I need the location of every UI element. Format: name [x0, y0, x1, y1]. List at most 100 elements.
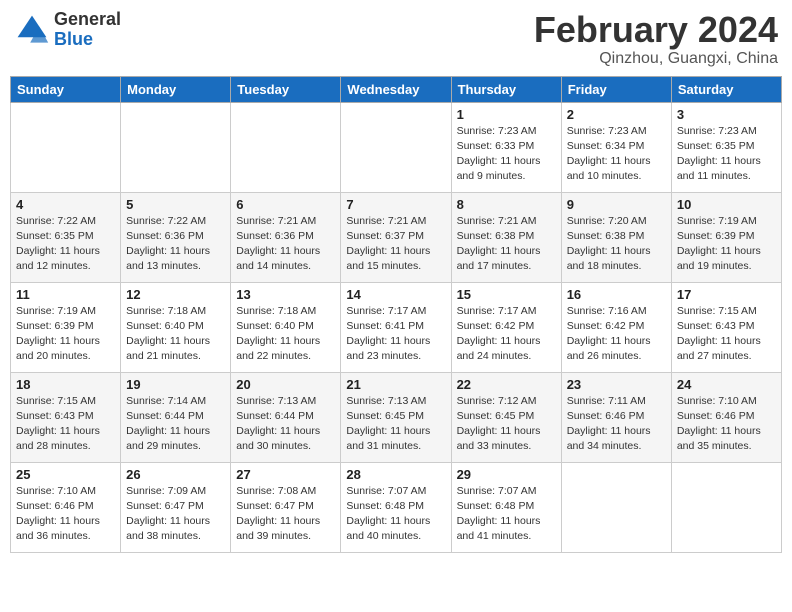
day-number: 15: [457, 287, 556, 302]
day-number: 22: [457, 377, 556, 392]
day-info: Sunrise: 7:21 AM Sunset: 6:36 PM Dayligh…: [236, 214, 335, 275]
day-info: Sunrise: 7:10 AM Sunset: 6:46 PM Dayligh…: [677, 394, 776, 455]
day-info: Sunrise: 7:13 AM Sunset: 6:45 PM Dayligh…: [346, 394, 445, 455]
calendar-cell: 23 Sunrise: 7:11 AM Sunset: 6:46 PM Dayli…: [561, 372, 671, 462]
calendar-cell: 15 Sunrise: 7:17 AM Sunset: 6:42 PM Dayli…: [451, 282, 561, 372]
day-number: 21: [346, 377, 445, 392]
day-number: 9: [567, 197, 666, 212]
day-number: 23: [567, 377, 666, 392]
header-thursday: Thursday: [451, 76, 561, 102]
day-info: Sunrise: 7:08 AM Sunset: 6:47 PM Dayligh…: [236, 484, 335, 545]
day-info: Sunrise: 7:12 AM Sunset: 6:45 PM Dayligh…: [457, 394, 556, 455]
calendar-cell: 4 Sunrise: 7:22 AM Sunset: 6:35 PM Daylig…: [11, 192, 121, 282]
calendar-week-row: 11 Sunrise: 7:19 AM Sunset: 6:39 PM Dayli…: [11, 282, 782, 372]
calendar-cell: 26 Sunrise: 7:09 AM Sunset: 6:47 PM Dayli…: [121, 462, 231, 552]
calendar-week-row: 1 Sunrise: 7:23 AM Sunset: 6:33 PM Daylig…: [11, 102, 782, 192]
calendar-cell: 22 Sunrise: 7:12 AM Sunset: 6:45 PM Dayli…: [451, 372, 561, 462]
header-wednesday: Wednesday: [341, 76, 451, 102]
calendar-header-row: SundayMondayTuesdayWednesdayThursdayFrid…: [11, 76, 782, 102]
calendar-cell: 25 Sunrise: 7:10 AM Sunset: 6:46 PM Dayli…: [11, 462, 121, 552]
day-number: 3: [677, 107, 776, 122]
calendar-cell: 27 Sunrise: 7:08 AM Sunset: 6:47 PM Dayli…: [231, 462, 341, 552]
day-info: Sunrise: 7:22 AM Sunset: 6:36 PM Dayligh…: [126, 214, 225, 275]
header-sunday: Sunday: [11, 76, 121, 102]
day-info: Sunrise: 7:20 AM Sunset: 6:38 PM Dayligh…: [567, 214, 666, 275]
day-number: 25: [16, 467, 115, 482]
calendar-cell: 8 Sunrise: 7:21 AM Sunset: 6:38 PM Daylig…: [451, 192, 561, 282]
calendar-cell: 28 Sunrise: 7:07 AM Sunset: 6:48 PM Dayli…: [341, 462, 451, 552]
calendar-week-row: 25 Sunrise: 7:10 AM Sunset: 6:46 PM Dayli…: [11, 462, 782, 552]
calendar-cell: 17 Sunrise: 7:15 AM Sunset: 6:43 PM Dayli…: [671, 282, 781, 372]
day-number: 16: [567, 287, 666, 302]
day-number: 1: [457, 107, 556, 122]
calendar-table: SundayMondayTuesdayWednesdayThursdayFrid…: [10, 76, 782, 553]
day-info: Sunrise: 7:09 AM Sunset: 6:47 PM Dayligh…: [126, 484, 225, 545]
day-info: Sunrise: 7:17 AM Sunset: 6:42 PM Dayligh…: [457, 304, 556, 365]
calendar-cell: 10 Sunrise: 7:19 AM Sunset: 6:39 PM Dayli…: [671, 192, 781, 282]
calendar-cell: [231, 102, 341, 192]
day-number: 14: [346, 287, 445, 302]
day-info: Sunrise: 7:23 AM Sunset: 6:33 PM Dayligh…: [457, 124, 556, 185]
day-number: 17: [677, 287, 776, 302]
calendar-cell: 29Sunrise: 7:07 AM Sunset: 6:48 PM Dayli…: [451, 462, 561, 552]
day-number: 5: [126, 197, 225, 212]
day-number: 26: [126, 467, 225, 482]
day-info: Sunrise: 7:15 AM Sunset: 6:43 PM Dayligh…: [16, 394, 115, 455]
calendar-cell: 21 Sunrise: 7:13 AM Sunset: 6:45 PM Dayli…: [341, 372, 451, 462]
calendar-cell: 24 Sunrise: 7:10 AM Sunset: 6:46 PM Dayli…: [671, 372, 781, 462]
day-number: 28: [346, 467, 445, 482]
day-number: 24: [677, 377, 776, 392]
location-subtitle: Qinzhou, Guangxi, China: [534, 50, 778, 68]
day-number: 6: [236, 197, 335, 212]
day-info: Sunrise: 7:15 AM Sunset: 6:43 PM Dayligh…: [677, 304, 776, 365]
day-number: 11: [16, 287, 115, 302]
day-info: Sunrise: 7:21 AM Sunset: 6:37 PM Dayligh…: [346, 214, 445, 275]
day-number: 8: [457, 197, 556, 212]
day-info: Sunrise: 7:19 AM Sunset: 6:39 PM Dayligh…: [677, 214, 776, 275]
day-info: Sunrise: 7:21 AM Sunset: 6:38 PM Dayligh…: [457, 214, 556, 275]
calendar-week-row: 18 Sunrise: 7:15 AM Sunset: 6:43 PM Dayli…: [11, 372, 782, 462]
calendar-cell: 2Sunrise: 7:23 AM Sunset: 6:34 PM Daylig…: [561, 102, 671, 192]
logo: General Blue: [14, 10, 121, 50]
day-number: 7: [346, 197, 445, 212]
logo-blue-text: Blue: [54, 30, 121, 50]
calendar-cell: 3 Sunrise: 7:23 AM Sunset: 6:35 PM Daylig…: [671, 102, 781, 192]
day-number: 18: [16, 377, 115, 392]
calendar-cell: [121, 102, 231, 192]
title-block: February 2024 Qinzhou, Guangxi, China: [534, 10, 778, 68]
day-number: 19: [126, 377, 225, 392]
calendar-cell: 11 Sunrise: 7:19 AM Sunset: 6:39 PM Dayli…: [11, 282, 121, 372]
day-info: Sunrise: 7:16 AM Sunset: 6:42 PM Dayligh…: [567, 304, 666, 365]
day-info: Sunrise: 7:23 AM Sunset: 6:35 PM Dayligh…: [677, 124, 776, 185]
day-number: 27: [236, 467, 335, 482]
day-info: Sunrise: 7:07 AM Sunset: 6:48 PM Dayligh…: [346, 484, 445, 545]
day-info: Sunrise: 7:23 AM Sunset: 6:34 PM Dayligh…: [567, 124, 666, 185]
calendar-cell: 14Sunrise: 7:17 AM Sunset: 6:41 PM Dayli…: [341, 282, 451, 372]
day-number: 20: [236, 377, 335, 392]
calendar-cell: 9 Sunrise: 7:20 AM Sunset: 6:38 PM Daylig…: [561, 192, 671, 282]
day-info: Sunrise: 7:10 AM Sunset: 6:46 PM Dayligh…: [16, 484, 115, 545]
calendar-cell: 13 Sunrise: 7:18 AM Sunset: 6:40 PM Dayli…: [231, 282, 341, 372]
day-number: 13: [236, 287, 335, 302]
day-info: Sunrise: 7:22 AM Sunset: 6:35 PM Dayligh…: [16, 214, 115, 275]
day-info: Sunrise: 7:14 AM Sunset: 6:44 PM Dayligh…: [126, 394, 225, 455]
day-info: Sunrise: 7:11 AM Sunset: 6:46 PM Dayligh…: [567, 394, 666, 455]
calendar-cell: 12Sunrise: 7:18 AM Sunset: 6:40 PM Dayli…: [121, 282, 231, 372]
header-saturday: Saturday: [671, 76, 781, 102]
calendar-cell: 5 Sunrise: 7:22 AM Sunset: 6:36 PM Daylig…: [121, 192, 231, 282]
calendar-cell: 16 Sunrise: 7:16 AM Sunset: 6:42 PM Dayli…: [561, 282, 671, 372]
header-tuesday: Tuesday: [231, 76, 341, 102]
day-info: Sunrise: 7:13 AM Sunset: 6:44 PM Dayligh…: [236, 394, 335, 455]
calendar-cell: [671, 462, 781, 552]
day-info: Sunrise: 7:18 AM Sunset: 6:40 PM Dayligh…: [236, 304, 335, 365]
day-number: 29: [457, 467, 556, 482]
day-number: 4: [16, 197, 115, 212]
calendar-cell: 19 Sunrise: 7:14 AM Sunset: 6:44 PM Dayli…: [121, 372, 231, 462]
day-number: 10: [677, 197, 776, 212]
day-number: 12: [126, 287, 225, 302]
calendar-cell: 7 Sunrise: 7:21 AM Sunset: 6:37 PM Daylig…: [341, 192, 451, 282]
day-info: Sunrise: 7:19 AM Sunset: 6:39 PM Dayligh…: [16, 304, 115, 365]
page-header: General Blue February 2024 Qinzhou, Guan…: [10, 10, 782, 68]
calendar-cell: 20 Sunrise: 7:13 AM Sunset: 6:44 PM Dayli…: [231, 372, 341, 462]
header-friday: Friday: [561, 76, 671, 102]
